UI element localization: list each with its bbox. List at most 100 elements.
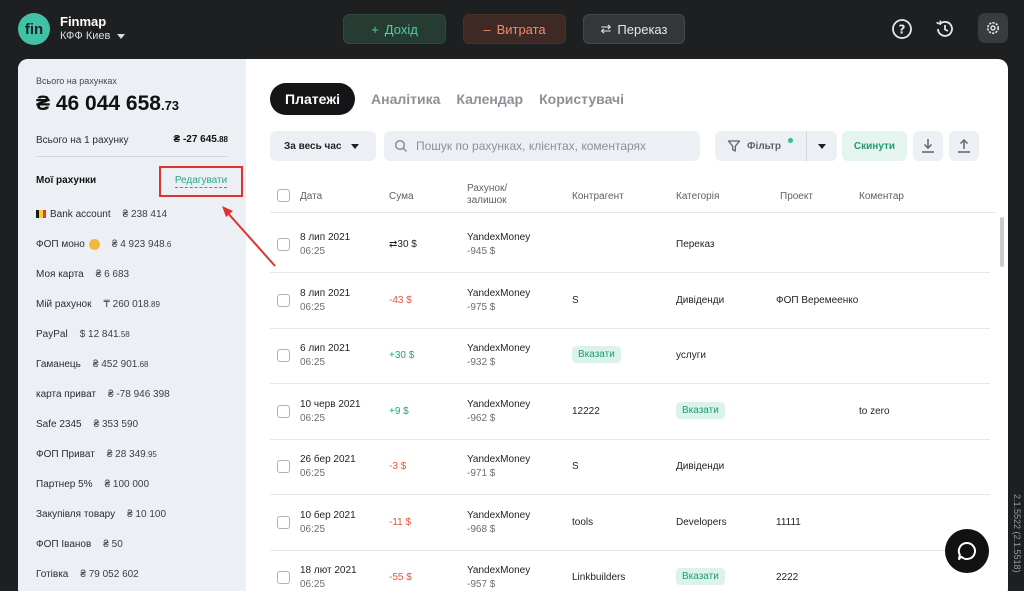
date-value: 10 бер 2021	[300, 510, 356, 521]
upload-button[interactable]	[949, 131, 979, 161]
account-item[interactable]: Моя карта ₴ 6 683	[36, 259, 236, 289]
download-icon	[922, 139, 934, 153]
row-checkbox[interactable]	[277, 405, 290, 418]
category-cell: услуги	[676, 350, 706, 361]
history-icon[interactable]	[931, 15, 959, 43]
table-row[interactable]: 26 бер 2021 06:25 -3 $ YandexMoney -971 …	[270, 439, 990, 495]
period-select[interactable]: За весь час	[270, 131, 376, 161]
add-transfer-button[interactable]: ⇄ Переказ	[583, 14, 685, 44]
row-checkbox[interactable]	[277, 516, 290, 529]
row-checkbox[interactable]	[277, 294, 290, 307]
total-balance-value: ₴ 46 044 658.73	[36, 92, 180, 115]
account-cell: YandexMoney -971 $	[467, 454, 530, 479]
col-project[interactable]: Проект	[780, 191, 813, 203]
account-item[interactable]: Готівка ₴ 79 052 602	[36, 559, 236, 589]
date-cell: 8 лип 2021 06:25	[300, 288, 350, 313]
col-counterparty[interactable]: Контрагент	[572, 191, 624, 203]
account-balance: ₴ 10 100	[127, 508, 167, 520]
date-cell: 26 бер 2021 06:25	[300, 454, 356, 479]
tab-calendar[interactable]: Календар	[456, 91, 523, 107]
filter-dropdown-toggle[interactable]	[807, 143, 837, 149]
date-cell: 6 лип 2021 06:25	[300, 343, 350, 368]
company-selector[interactable]: КФФ Киев	[60, 30, 126, 42]
account-item[interactable]: Закупівля товару ₴ 10 100	[36, 499, 236, 529]
account-name: PayPal	[36, 328, 68, 340]
account-name: Bank account	[50, 208, 111, 220]
row-checkbox[interactable]	[277, 238, 290, 251]
account-item[interactable]: Мій рахунок ₸ 260 018.89	[36, 289, 236, 319]
account-cell: YandexMoney -957 $	[467, 565, 530, 590]
account-item[interactable]: PayPal $ 12 841.58	[36, 319, 236, 349]
counterparty-value: tools	[572, 517, 594, 528]
version-label: 2.1.5522 (2.1.5518)	[1012, 494, 1022, 573]
search-input[interactable]	[416, 139, 696, 153]
help-icon[interactable]: ?	[888, 15, 916, 43]
time-value: 06:25	[300, 357, 326, 368]
add-income-button[interactable]: + Дохід	[343, 14, 446, 44]
time-value: 06:25	[300, 246, 326, 257]
settings-button[interactable]	[978, 13, 1008, 43]
account-name: Партнер 5%	[36, 478, 93, 490]
time-value: 06:25	[300, 413, 326, 424]
gear-icon	[987, 22, 999, 34]
edit-accounts-link[interactable]: Редагувати	[174, 175, 228, 188]
account-name: карта приват	[36, 388, 96, 400]
row-checkbox[interactable]	[277, 349, 290, 362]
balance-value: -962 $	[467, 413, 496, 424]
col-amount[interactable]: Сума	[389, 191, 414, 203]
support-chat-button[interactable]	[945, 529, 989, 573]
col-comment[interactable]: Коментар	[859, 191, 904, 203]
table-row[interactable]: 8 лип 2021 06:25 ⇄30 $ YandexMoney -945 …	[270, 217, 990, 273]
account-cell: YandexMoney -932 $	[467, 343, 530, 368]
period-value: За весь час	[284, 140, 342, 152]
tab-payments[interactable]: Платежі	[270, 83, 356, 115]
row-checkbox[interactable]	[277, 571, 290, 584]
set-category-tag[interactable]: Вказати	[676, 568, 725, 585]
account-item[interactable]: карта приват ₴ -78 946 398	[36, 379, 236, 409]
table-scrollbar[interactable]	[1000, 217, 1004, 267]
transfer-label: Переказ	[617, 21, 668, 37]
accounts-sidebar: Всього на рахунках ₴ 46 044 658.73 Всьог…	[18, 59, 246, 591]
category-cell: Developers	[676, 517, 727, 528]
category-value: Дивіденди	[676, 295, 725, 306]
account-item[interactable]: Bank account ₴ 238 414	[36, 199, 236, 229]
row-checkbox[interactable]	[277, 460, 290, 473]
account-item[interactable]: ФОП моно ₴ 4 923 948.6	[36, 229, 236, 259]
account-name: Моя карта	[36, 268, 84, 280]
col-account[interactable]: Рахунок/залишок	[467, 183, 507, 207]
col-category[interactable]: Категорія	[676, 191, 719, 203]
table-row[interactable]: 6 лип 2021 06:25 +30 $ YandexMoney -932 …	[270, 328, 990, 384]
account-item[interactable]: Safe 2345 ₴ 353 590	[36, 409, 236, 439]
tab-users[interactable]: Користувачі	[539, 91, 624, 107]
table-row[interactable]: 10 бер 2021 06:25 -11 $ YandexMoney -968…	[270, 495, 990, 551]
account-value: YandexMoney	[467, 399, 531, 410]
filter-button[interactable]: Фільтр	[715, 131, 837, 161]
date-value: 26 бер 2021	[300, 454, 356, 465]
main-panel: Всього на рахунках ₴ 46 044 658.73 Всьог…	[18, 59, 1008, 591]
account-item[interactable]: ФОП Приват ₴ 28 349.95	[36, 439, 236, 469]
col-date[interactable]: Дата	[300, 191, 322, 203]
balance-value: -971 $	[467, 468, 496, 479]
reset-filters-button[interactable]: Скинути	[842, 131, 907, 161]
search-box	[384, 131, 700, 161]
account-item[interactable]: Партнер 5% ₴ 100 000	[36, 469, 236, 499]
chevron-down-icon	[818, 143, 826, 149]
account-balance: ₴ 6 683	[95, 268, 130, 280]
select-all-checkbox[interactable]	[277, 189, 290, 202]
account-item[interactable]: ФОП Іванов ₴ 50	[36, 529, 236, 559]
single-account-balance-label: Всього на 1 рахунку	[36, 135, 129, 146]
download-button[interactable]	[913, 131, 943, 161]
table-row[interactable]: 18 лют 2021 06:25 -55 $ YandexMoney -957…	[270, 550, 990, 591]
amount-cell: +9 $	[389, 406, 409, 417]
account-item[interactable]: Гаманець ₴ 452 901.68	[36, 349, 236, 379]
active-filter-dot	[788, 138, 793, 143]
add-expense-button[interactable]: – Витрата	[463, 14, 566, 44]
tab-analytics[interactable]: Аналітика	[371, 91, 440, 107]
table-row[interactable]: 10 черв 2021 06:25 +9 $ YandexMoney -962…	[270, 384, 990, 440]
set-category-tag[interactable]: Вказати	[676, 402, 725, 419]
account-name: ФОП Іванов	[36, 538, 92, 550]
set-counterparty-tag[interactable]: Вказати	[572, 346, 621, 363]
table-row[interactable]: 8 лип 2021 06:25 -43 $ YandexMoney -975 …	[270, 273, 990, 329]
account-balance: ₸ 260 018.89	[103, 298, 160, 310]
category-cell: Переказ	[676, 239, 715, 250]
